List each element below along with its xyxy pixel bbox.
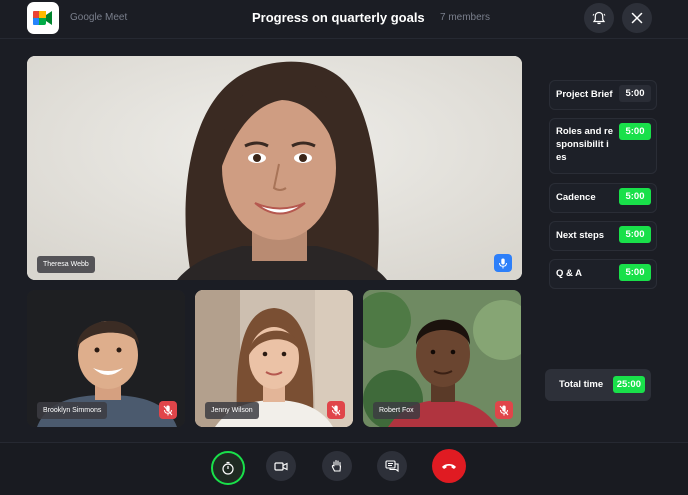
agenda-item[interactable]: Q & A 5:00	[549, 259, 657, 289]
raise-hand-icon	[331, 459, 342, 472]
agenda-item-time: 5:00	[619, 123, 651, 140]
timer-button[interactable]	[211, 451, 245, 485]
mic-muted-badge[interactable]	[495, 401, 513, 419]
mic-on-badge[interactable]	[494, 254, 512, 272]
agenda-item-time: 5:00	[619, 188, 651, 205]
agenda-item-label: Cadence	[556, 192, 596, 203]
mic-off-icon	[331, 405, 341, 415]
mic-muted-badge[interactable]	[327, 401, 345, 419]
agenda-item[interactable]: Project Brief 5:00	[549, 80, 657, 110]
chat-button[interactable]	[377, 451, 407, 481]
end-call-button[interactable]	[432, 449, 466, 483]
agenda-item[interactable]: Roles and responsibilit ies 5:00	[549, 118, 657, 174]
agenda-item[interactable]: Next steps 5:00	[549, 221, 657, 251]
mic-off-icon	[163, 405, 173, 415]
meeting-title: Progress on quarterly goals	[252, 10, 425, 25]
microphone-icon	[499, 258, 507, 268]
mic-off-icon	[499, 405, 509, 415]
google-meet-logo[interactable]	[27, 2, 59, 34]
video-tile-main[interactable]: Theresa Webb	[27, 56, 522, 280]
mic-muted-badge[interactable]	[159, 401, 177, 419]
camera-button[interactable]	[266, 451, 296, 481]
agenda-item-time: 5:00	[619, 264, 651, 281]
chat-icon	[385, 459, 399, 472]
participant-video	[27, 56, 522, 280]
top-bar: Google Meet Progress on quarterly goals …	[0, 0, 688, 39]
close-button[interactable]	[622, 3, 652, 33]
app-name: Google Meet	[70, 12, 128, 23]
total-time-label: Total time	[559, 379, 604, 390]
timer-icon	[222, 461, 234, 475]
agenda-item[interactable]: Cadence 5:00	[549, 183, 657, 213]
participant-name: Jenny Wilson	[205, 402, 259, 419]
video-tile[interactable]: Brooklyn Simmons	[27, 290, 185, 427]
agenda-item-time: 5:00	[619, 226, 651, 243]
participant-name: Robert Fox	[373, 402, 420, 419]
agenda-item-time: 5:00	[619, 85, 651, 102]
notifications-button[interactable]	[584, 3, 614, 33]
camera-icon	[274, 461, 288, 471]
total-time-value: 25:00	[612, 376, 645, 393]
close-icon	[631, 12, 643, 24]
agenda-item-label: Q & A	[556, 268, 583, 279]
participant-name: Theresa Webb	[37, 256, 95, 273]
agenda-item-label: Roles and responsibilit ies	[556, 126, 614, 163]
call-controls-bar	[0, 442, 688, 495]
participant-name: Brooklyn Simmons	[37, 402, 108, 419]
video-tile[interactable]: Robert Fox	[363, 290, 521, 427]
agenda-item-label: Next steps	[556, 230, 605, 241]
video-tile[interactable]: Jenny Wilson	[195, 290, 353, 427]
total-time: Total time 25:00	[545, 369, 651, 401]
end-call-icon	[442, 464, 456, 469]
bell-icon	[592, 11, 606, 25]
google-meet-icon	[33, 11, 52, 25]
agenda-item-label: Project Brief	[556, 89, 613, 100]
members-count[interactable]: 7 members	[440, 12, 490, 23]
raise-hand-button[interactable]	[322, 451, 352, 481]
